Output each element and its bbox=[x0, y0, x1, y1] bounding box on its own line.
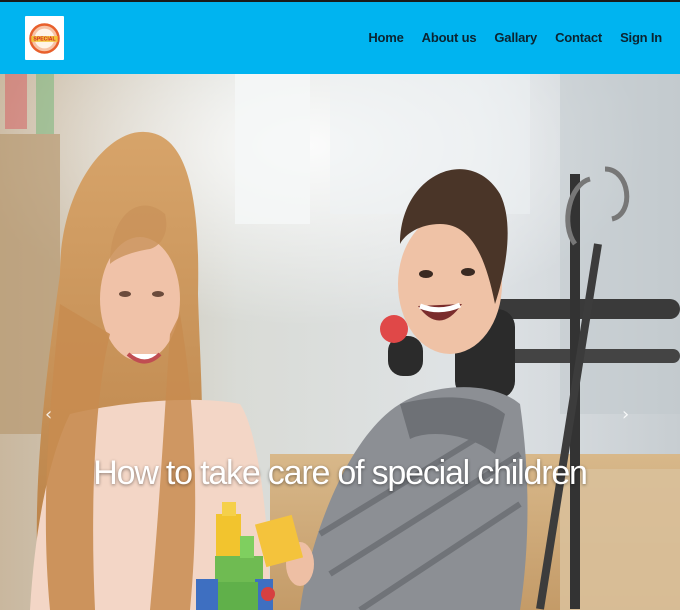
nav-home[interactable]: Home bbox=[368, 30, 404, 45]
logo-badge-icon: SPECIAL bbox=[29, 22, 60, 54]
nav-contact[interactable]: Contact bbox=[555, 30, 602, 45]
nav-about-us[interactable]: About us bbox=[422, 30, 477, 45]
carousel-prev-icon[interactable]: ‹ bbox=[45, 406, 52, 424]
site-logo[interactable]: SPECIAL bbox=[25, 16, 64, 60]
page: SPECIAL Home About us Gallary Contact Si… bbox=[0, 0, 680, 610]
carousel-next-icon[interactable]: › bbox=[622, 406, 629, 424]
navbar: SPECIAL Home About us Gallary Contact Si… bbox=[0, 0, 680, 74]
hero-photo bbox=[0, 74, 680, 610]
svg-text:SPECIAL: SPECIAL bbox=[33, 36, 55, 42]
nav-gallary[interactable]: Gallary bbox=[494, 30, 537, 45]
hero-caption: How to take care of special children bbox=[93, 454, 588, 492]
main-nav: Home About us Gallary Contact Sign In bbox=[350, 30, 662, 45]
nav-sign-in[interactable]: Sign In bbox=[620, 30, 662, 45]
hero-carousel: ‹ › How to take care of special children bbox=[0, 74, 680, 610]
